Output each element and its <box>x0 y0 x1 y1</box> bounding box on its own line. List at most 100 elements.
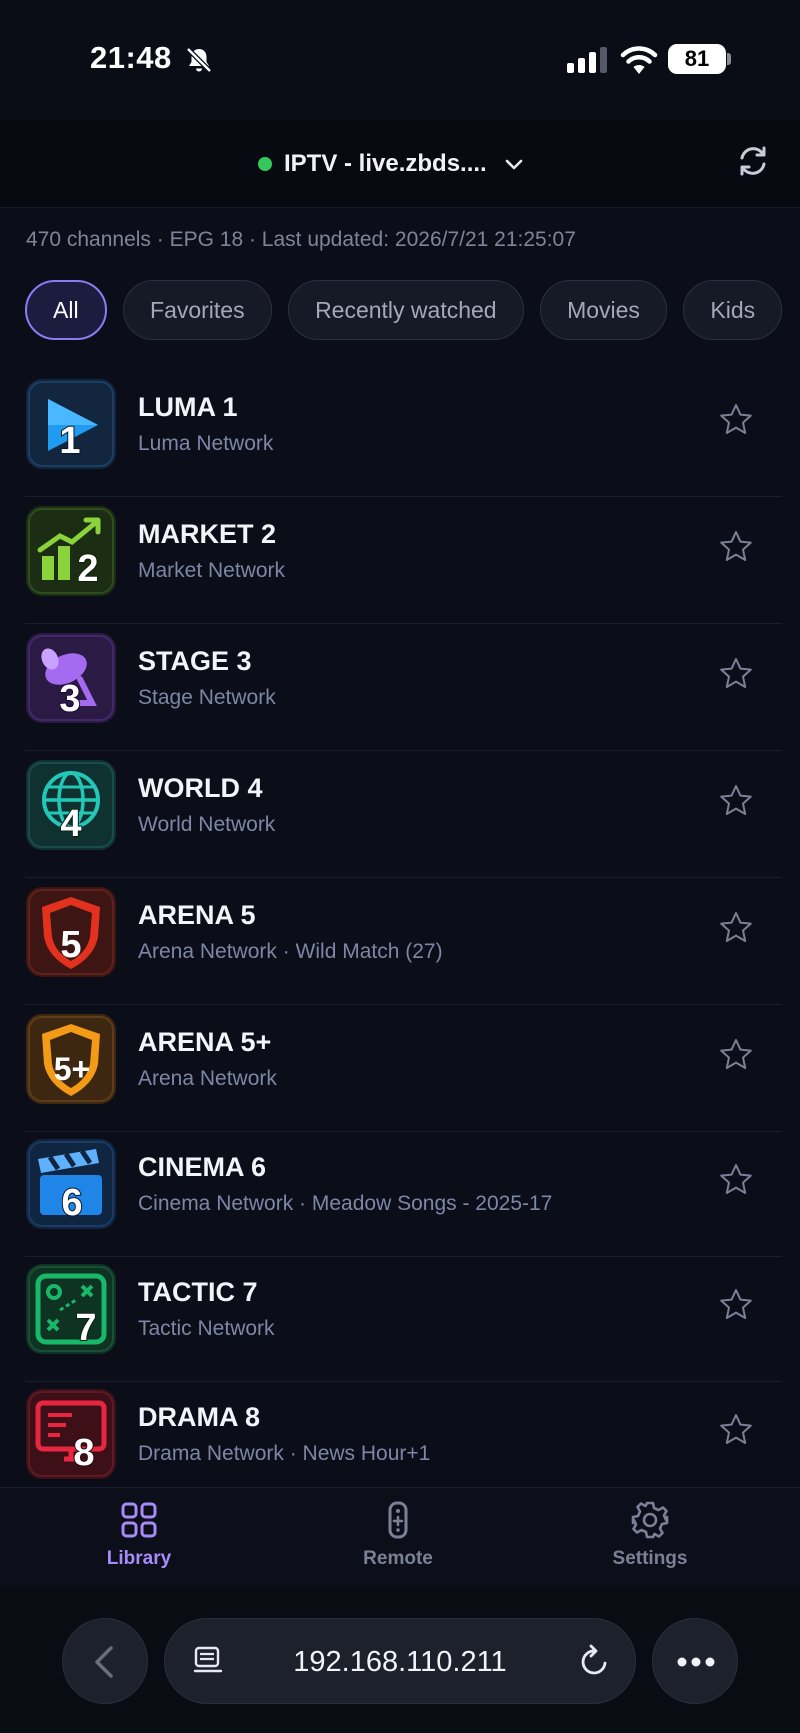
channel-subtitle: Market Network <box>138 559 286 582</box>
channel-logo: 2 <box>26 506 116 596</box>
channel-name: LUMA 1 <box>138 392 238 422</box>
spotlight-icon: 3 <box>26 633 116 723</box>
chip-kids[interactable]: Kids <box>683 280 783 340</box>
logo-number: 1 <box>59 420 80 462</box>
channel-subtitle: Stage Network <box>138 686 276 709</box>
channel-logo: 8 <box>26 1389 116 1479</box>
channel-name: TACTIC 7 <box>138 1277 258 1307</box>
nav-remote-label: Remote <box>363 1548 433 1569</box>
logo-number: 4 <box>60 803 81 845</box>
monitor-icon: 8 <box>26 1389 116 1479</box>
chart-icon: 2 <box>26 506 116 596</box>
favorite-star-icon[interactable] <box>718 1412 754 1448</box>
cellular-signal-icon <box>567 47 607 73</box>
grid-icon <box>121 1502 157 1538</box>
bell-muted-icon <box>186 47 212 73</box>
library-summary: 470 channels · EPG 18 · Last updated: 20… <box>26 228 576 251</box>
channel-row[interactable]: 2 MARKET 2 Market Network <box>0 497 800 624</box>
nav-remote[interactable]: Remote <box>328 1500 468 1570</box>
favorite-star-icon[interactable] <box>718 529 754 565</box>
nav-settings-label: Settings <box>612 1548 688 1569</box>
channel-row[interactable]: 6 CINEMA 6 Cinema Network · Meadow Songs… <box>0 1130 800 1257</box>
channel-name: DRAMA 8 <box>138 1402 261 1432</box>
logo-number: 2 <box>77 548 98 590</box>
channel-logo: 7 <box>26 1264 116 1354</box>
channel-name: ARENA 5 <box>138 900 256 930</box>
online-status-dot <box>258 157 272 171</box>
logo-number: 8 <box>73 1432 94 1474</box>
channel-row[interactable]: 8 DRAMA 8 Drama Network · News Hour+1 <box>0 1380 800 1487</box>
channel-subtitle: Luma Network <box>138 432 274 455</box>
favorite-star-icon[interactable] <box>718 910 754 946</box>
nav-library[interactable]: Library <box>69 1500 209 1570</box>
app-header: IPTV - live.zbds.... <box>0 120 800 208</box>
browser-toolbar: 192.168.110.211 <box>0 1587 800 1733</box>
chevron-left-icon <box>95 1646 113 1678</box>
channel-subtitle: Drama Network · News Hour+1 <box>138 1442 431 1465</box>
url-text: 192.168.110.211 <box>293 1646 507 1678</box>
channel-subtitle: Arena Network <box>138 1067 277 1090</box>
source-name: IPTV - live.zbds.... <box>284 150 487 177</box>
reload-icon[interactable] <box>577 1643 613 1679</box>
channel-logo: 3 <box>26 633 116 723</box>
status-bar: 21:48 81 <box>0 0 800 120</box>
logo-number: 3 <box>59 678 80 720</box>
chip-recently-watched[interactable]: Recently watched <box>288 280 524 340</box>
channel-logo: 5+ <box>26 1014 116 1104</box>
channel-name: ARENA 5+ <box>138 1027 272 1057</box>
channel-list: 1 LUMA 1 Luma Network 2 MARKET 2 Market … <box>0 370 800 1487</box>
channel-logo: 4 <box>26 760 116 850</box>
channel-row[interactable]: 7 TACTIC 7 Tactic Network <box>0 1255 800 1382</box>
logo-number: 5 <box>60 924 81 966</box>
chip-all[interactable]: All <box>25 280 107 340</box>
wifi-icon <box>620 46 658 74</box>
browser-back-button[interactable] <box>62 1618 148 1704</box>
refresh-icon[interactable] <box>734 142 772 180</box>
channel-row[interactable]: 5 ARENA 5 Arena Network · Wild Match (27… <box>0 878 800 1005</box>
favorite-star-icon[interactable] <box>718 1037 754 1073</box>
bottom-nav: Library Remote Settings <box>0 1487 800 1587</box>
favorite-star-icon[interactable] <box>718 1162 754 1198</box>
channel-subtitle: World Network <box>138 813 276 836</box>
chip-movies[interactable]: Movies <box>540 280 667 340</box>
channel-row[interactable]: 5+ ARENA 5+ Arena Network <box>0 1005 800 1132</box>
more-dots-icon <box>677 1657 715 1667</box>
channel-name: MARKET 2 <box>138 519 277 549</box>
favorite-star-icon[interactable] <box>718 402 754 438</box>
favorite-star-icon[interactable] <box>718 783 754 819</box>
chip-favorites[interactable]: Favorites <box>123 280 272 340</box>
address-bar[interactable]: 192.168.110.211 <box>164 1618 636 1704</box>
channel-logo: 5 <box>26 887 116 977</box>
shield-icon: 5 <box>26 887 116 977</box>
chevron-down-icon <box>505 159 523 170</box>
remote-icon <box>388 1501 408 1539</box>
channel-subtitle: Cinema Network · Meadow Songs - 2025-17 <box>138 1192 553 1215</box>
browser-more-button[interactable] <box>652 1618 738 1704</box>
channel-logo: 1 <box>26 379 116 469</box>
nav-settings[interactable]: Settings <box>580 1500 720 1570</box>
channel-row[interactable]: 3 STAGE 3 Stage Network <box>0 624 800 751</box>
tactics-board-icon: 7 <box>26 1264 116 1354</box>
channel-logo: 6 <box>26 1139 116 1229</box>
channel-name: CINEMA 6 <box>138 1152 267 1182</box>
channel-row[interactable]: 1 LUMA 1 Luma Network <box>0 370 800 497</box>
battery-indicator: 81 <box>668 44 726 74</box>
favorite-star-icon[interactable] <box>718 1287 754 1323</box>
logo-number: 7 <box>75 1307 96 1349</box>
favorite-star-icon[interactable] <box>718 656 754 692</box>
channel-subtitle: Tactic Network <box>138 1317 275 1340</box>
status-time: 21:48 <box>90 40 172 75</box>
channel-subtitle: Arena Network · Wild Match (27) <box>138 940 443 963</box>
battery-tip <box>727 53 731 65</box>
play-icon: 1 <box>26 379 116 469</box>
globe-icon: 4 <box>26 760 116 850</box>
clapper-icon: 6 <box>26 1139 116 1229</box>
logo-number: 5+ <box>54 1051 90 1087</box>
gear-icon <box>631 1501 669 1539</box>
channel-row[interactable]: 4 WORLD 4 World Network <box>0 751 800 878</box>
source-selector[interactable]: IPTV - live.zbds.... <box>258 146 525 182</box>
filter-chips: All Favorites Recently watched Movies Ki… <box>25 280 800 340</box>
shield-icon: 5+ <box>26 1014 116 1104</box>
channel-name: WORLD 4 <box>138 773 263 803</box>
nav-library-label: Library <box>106 1548 172 1569</box>
